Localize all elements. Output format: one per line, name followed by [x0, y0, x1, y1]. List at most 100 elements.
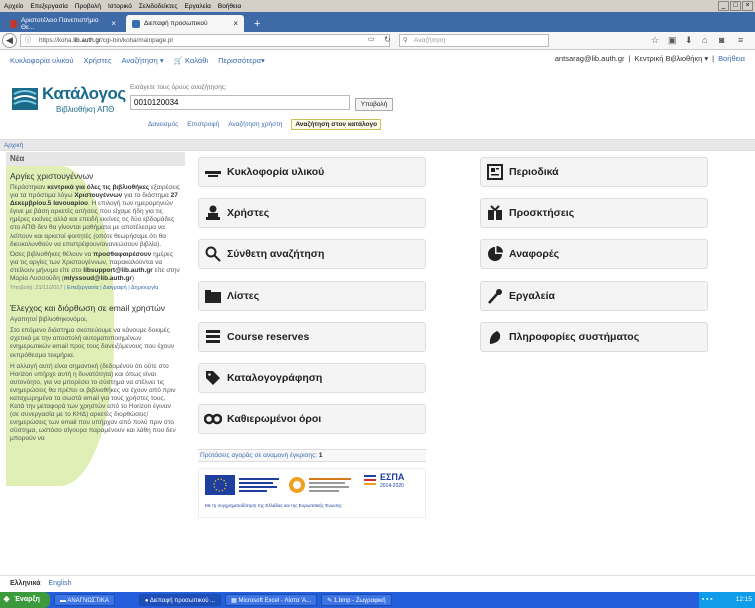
delete-link[interactable]: Διαγραφή	[103, 285, 127, 291]
module-circulation[interactable]: Κυκλοφορία υλικού	[198, 157, 426, 187]
taskbar-item-excel[interactable]: ▦ Microsoft Excel - Λίστα 'Α...	[225, 594, 318, 606]
windows-taskbar: ❖ Έναρξη ▬ ΑΝΑΓΝΩΣΤΙΚΑ ● Διεπαφή προσωπι…	[0, 592, 755, 608]
nav-cart-label: Καλάθι	[185, 55, 209, 65]
reader-icon[interactable]: ▭	[368, 35, 375, 43]
module-label: Καθιερωμένοι όροι	[227, 413, 322, 425]
module-patrons[interactable]: Χρήστες	[198, 198, 426, 228]
browser-tab-auth[interactable]: Αριστοτέλειο Πανεπιστήμιο Θε... ×	[4, 15, 122, 32]
tab-checkin[interactable]: Επιστροφή	[187, 121, 219, 128]
pocket-icon[interactable]: ◙	[719, 35, 724, 45]
download-icon[interactable]: ⬇	[685, 35, 693, 46]
menu-bookmarks[interactable]: Σελιδοδείκτες	[139, 3, 178, 10]
branch-selector[interactable]: Κεντρική Βιβλιοθήκη ▾	[634, 54, 708, 63]
news-body: Αγαπητοί βιβλιοθηκονόμοι,	[10, 316, 88, 324]
task-label: ΑΝΑΓΝΩΣΤΙΚΑ	[67, 598, 109, 604]
url-bar[interactable]: ⓘ https://koha.lib.auth.gr/cgi-bin/koha/…	[20, 34, 390, 47]
menu-file[interactable]: Αρχείο	[4, 3, 23, 10]
close-tab-icon[interactable]: ×	[111, 19, 116, 28]
module-label: Εργαλεία	[509, 290, 555, 302]
logo-title: Κατάλογος	[42, 84, 126, 103]
module-cataloging[interactable]: Καταλογογράφηση	[198, 363, 426, 393]
close-icon[interactable]: ×	[742, 1, 753, 11]
module-acquisitions[interactable]: Προσκτήσεις	[480, 198, 708, 228]
menu-tools[interactable]: Εργαλεία	[184, 3, 210, 10]
menu-history[interactable]: Ιστορικό	[108, 3, 132, 10]
module-label: Κυκλοφορία υλικού	[227, 166, 325, 178]
module-label: Course reserves	[227, 331, 310, 343]
menu-edit[interactable]: Επεξεργασία	[30, 3, 67, 10]
language-bar: Ελληνικά English	[0, 575, 755, 592]
browser-tab-koha[interactable]: Διεπαφή προσωπικού ×	[126, 15, 244, 32]
close-tab-icon[interactable]: ×	[233, 19, 238, 28]
cart-icon: 🛒	[173, 55, 183, 65]
cataloging-icon	[199, 370, 227, 386]
menu-view[interactable]: Προβολή	[75, 3, 101, 10]
nav-circulation[interactable]: Κυκλοφορία υλικού	[10, 56, 74, 65]
reports-icon	[481, 246, 509, 262]
minimize-icon[interactable]: _	[718, 1, 729, 11]
menu-help[interactable]: Βοήθεια	[218, 3, 241, 10]
taskbar-item-folder[interactable]: ▬ ΑΝΑΓΝΩΣΤΙΚΑ	[54, 594, 115, 606]
catalog-search-input[interactable]: 0010120034	[130, 95, 350, 110]
start-label: Έναρξη	[14, 596, 40, 603]
module-authorities[interactable]: Καθιερωμένοι όροι	[198, 404, 426, 434]
separator: |	[712, 54, 715, 63]
authorities-icon	[199, 413, 227, 425]
breadcrumb[interactable]: Αρχική	[0, 139, 755, 151]
pending-suggestions[interactable]: Προτάσεις αγοράς σε αναμονή έγκρισης: 1	[198, 449, 426, 462]
banner-caption: Με τη συγχρηματοδότηση της Ελλάδας και τ…	[205, 503, 342, 508]
circulation-icon	[199, 165, 227, 179]
library-logo-icon	[12, 88, 38, 110]
module-about[interactable]: Πληροφορίες συστήματος	[480, 322, 708, 352]
koha-logo[interactable]: Κατάλογος Βιβλιοθήκη ΑΠΘ	[12, 84, 130, 120]
tab-catalog-search[interactable]: Αναζήτηση στον κατάλογο	[291, 119, 382, 130]
module-advanced-search[interactable]: Σύνθετη αναζήτηση	[198, 239, 426, 269]
star-icon[interactable]: ☆	[651, 35, 659, 46]
taskbar-item-paint[interactable]: ✎ 1.bmp - Ζωγραφική	[321, 594, 392, 606]
info-icon[interactable]: ⓘ	[25, 35, 31, 47]
new-tab-icon[interactable]: +	[248, 15, 262, 32]
help-link[interactable]: Βοήθεια	[718, 54, 745, 63]
nav-search[interactable]: Αναζήτηση ▾	[122, 56, 164, 65]
module-label: Λίστες	[227, 290, 260, 302]
auth-favicon-icon	[10, 19, 17, 28]
logo-subtitle: Βιβλιοθήκη ΑΠΘ	[56, 105, 115, 114]
search-label: Εισάγετε τους όρους αναζήτησης:	[130, 84, 227, 91]
module-label: Καταλογογράφηση	[227, 372, 323, 384]
lang-greek[interactable]: Ελληνικά	[10, 580, 41, 587]
module-tools[interactable]: Εργαλεία	[480, 281, 708, 311]
reload-icon[interactable]: ↻	[384, 35, 391, 44]
maximize-icon[interactable]: □	[730, 1, 741, 11]
nav-more[interactable]: Περισσότερα▾	[218, 56, 265, 65]
logged-in-user[interactable]: antsarag@lib.auth.gr	[555, 54, 625, 63]
submit-button[interactable]: Υποβολή	[355, 98, 393, 111]
tab-checkout[interactable]: Δανεισμός	[148, 121, 178, 128]
create-link[interactable]: Δημιουργία	[131, 285, 158, 291]
url-path: /cgi-bin/koha/mainpage.pl	[100, 37, 173, 44]
menu-icon[interactable]: ≡	[738, 35, 743, 45]
firefox-icon: ●	[144, 598, 149, 604]
lang-english[interactable]: English	[49, 580, 72, 587]
module-label: Προσκτήσεις	[509, 207, 575, 219]
module-lists[interactable]: Λίστες	[198, 281, 426, 311]
nav-cart[interactable]: 🛒 Καλάθι	[174, 56, 209, 65]
pending-count: 1	[318, 452, 323, 459]
module-course-reserves[interactable]: Course reserves	[198, 322, 426, 352]
back-icon[interactable]: ◀	[2, 33, 17, 48]
browser-search-input[interactable]: ⚲ Αναζήτηση	[399, 34, 549, 47]
nav-patrons[interactable]: Χρήστες	[84, 56, 112, 65]
windows-logo-icon: ❖	[3, 595, 11, 604]
home-icon[interactable]: ⌂	[702, 35, 707, 45]
taskbar-item-firefox[interactable]: ● Διεπαφή προσωπικού ...	[138, 594, 222, 606]
module-reports[interactable]: Αναφορές	[480, 239, 708, 269]
separator: |	[628, 54, 631, 63]
tab-patron-search[interactable]: Αναζήτηση χρήστη	[228, 121, 282, 128]
start-button[interactable]: ❖ Έναρξη	[0, 592, 50, 608]
tray-icons[interactable]: ▪ ▪ ▪	[702, 592, 713, 608]
edit-link[interactable]: Επεξεργασία	[67, 285, 99, 291]
clipboard-icon[interactable]: ▣	[668, 35, 677, 46]
module-serials[interactable]: Περιοδικά	[480, 157, 708, 187]
news-body: Στο επόμενο διάστημα σκοπεύουμε να κάνου…	[10, 327, 174, 359]
clock[interactable]: 12:15	[736, 596, 752, 603]
news-panel: Νέα Αργίες χριστουγέννων Περάστηκαν κεντ…	[6, 152, 185, 570]
